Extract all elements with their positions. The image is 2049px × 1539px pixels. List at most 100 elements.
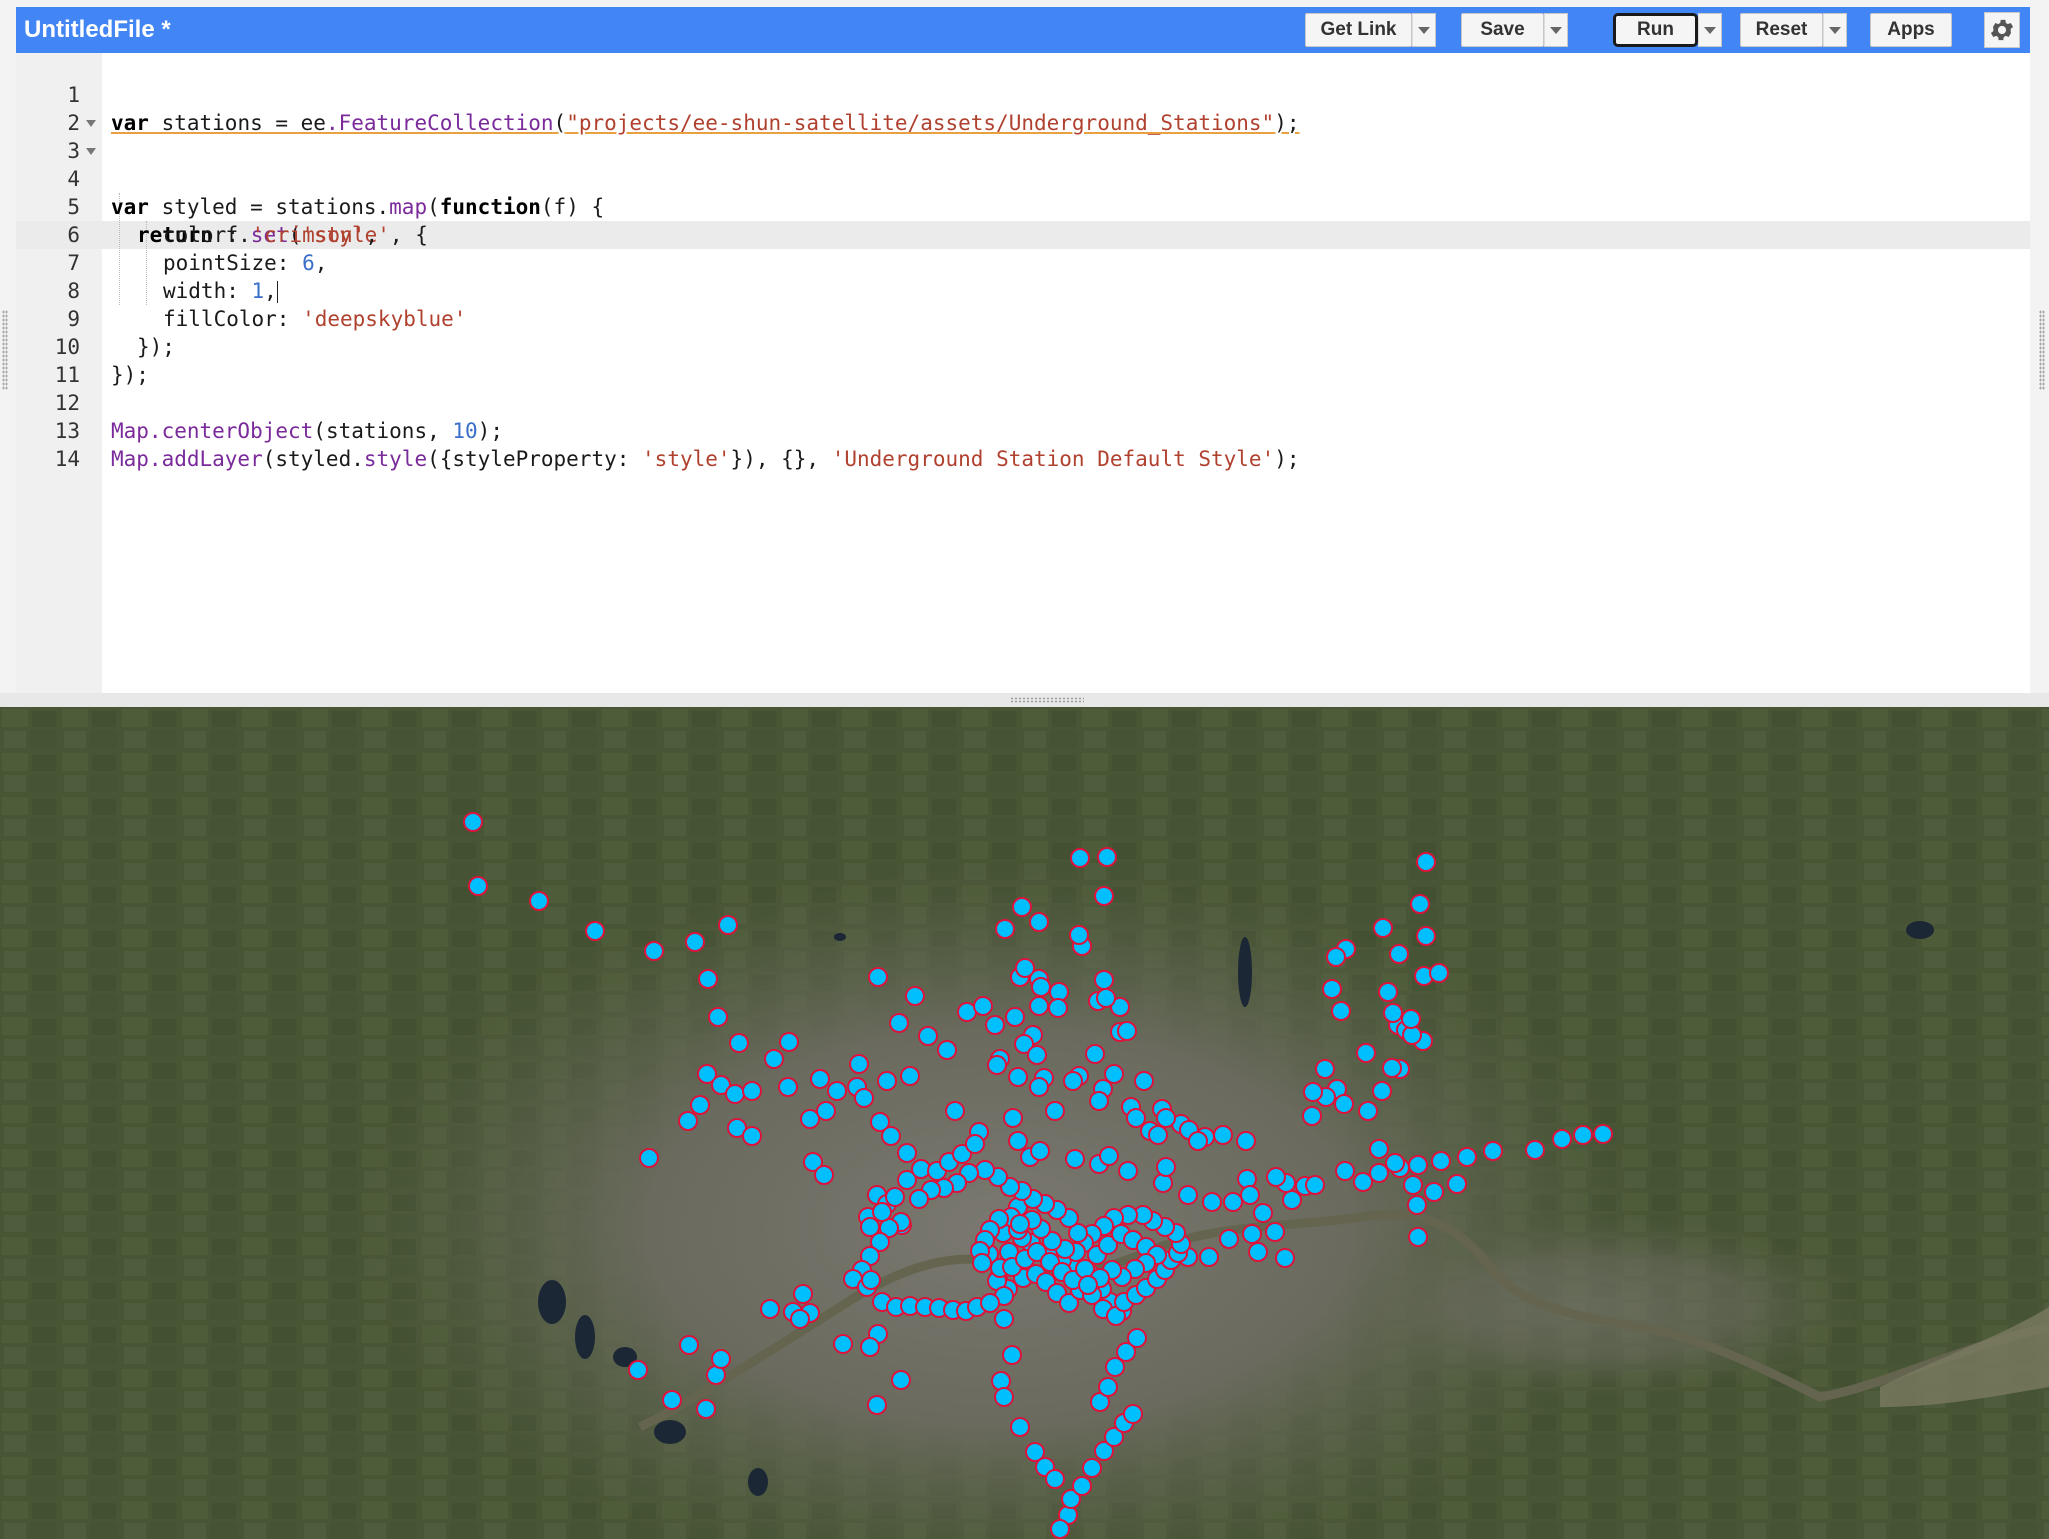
station-point [972, 1253, 992, 1273]
station-point [1085, 1044, 1105, 1064]
station-point [1094, 970, 1114, 990]
station-point [1431, 1151, 1451, 1171]
get-link-button[interactable]: Get Link [1305, 13, 1412, 47]
station-point [1403, 1175, 1423, 1195]
station-point [1265, 1222, 1285, 1242]
station-point [1123, 1404, 1143, 1424]
station-point [1372, 1081, 1392, 1101]
station-point [1069, 925, 1089, 945]
station-point [463, 812, 483, 832]
station-point [1253, 1203, 1273, 1223]
station-point [1369, 1163, 1389, 1183]
station-point [1097, 847, 1117, 867]
station-point [1178, 1185, 1198, 1205]
settings-button[interactable] [1984, 12, 2020, 48]
station-point [1382, 1058, 1402, 1078]
station-point [889, 1013, 909, 1033]
station-point [1118, 1161, 1138, 1181]
station-point [1050, 1519, 1070, 1539]
run-button[interactable]: Run [1613, 13, 1698, 47]
station-point [1072, 1476, 1092, 1496]
left-resize-handle[interactable] [2, 310, 8, 390]
station-point [1070, 848, 1090, 868]
chevron-down-icon [1829, 26, 1841, 34]
station-point [1302, 1106, 1322, 1126]
map-view[interactable] [0, 707, 2049, 1539]
station-point [696, 1399, 716, 1419]
satellite-basemap [0, 707, 2049, 1539]
station-point [1326, 947, 1346, 967]
station-point [1008, 1131, 1028, 1151]
station-point [1429, 963, 1449, 983]
fold-toggle-icon[interactable] [86, 148, 96, 155]
file-title[interactable]: UntitledFile * [24, 16, 171, 44]
run-dropdown[interactable] [1698, 13, 1722, 47]
get-link-group: Get Link [1305, 13, 1436, 47]
get-link-dropdown[interactable] [1412, 13, 1436, 47]
save-button[interactable]: Save [1461, 13, 1544, 47]
station-point [1127, 1328, 1147, 1348]
station-point [1408, 1155, 1428, 1175]
editor-toolbar: UntitledFile * Get Link Save Run Reset A… [16, 7, 2030, 53]
station-point [1126, 1108, 1146, 1128]
station-point [868, 967, 888, 987]
station-point [1010, 1214, 1030, 1234]
station-point [1010, 1417, 1030, 1437]
station-point [881, 1126, 901, 1146]
save-dropdown[interactable] [1544, 13, 1568, 47]
code-line: 9 }); [16, 277, 2030, 359]
station-point [1029, 912, 1049, 932]
station-point [937, 1040, 957, 1060]
station-point [1416, 926, 1436, 946]
station-point [1373, 918, 1393, 938]
station-point [1236, 1131, 1256, 1151]
station-point [995, 919, 1015, 939]
station-point [1012, 897, 1032, 917]
code-line: 13 Map.addLayer(styled.style({stylePrope… [16, 389, 2030, 471]
reset-button[interactable]: Reset [1740, 13, 1823, 47]
station-point [685, 932, 705, 952]
code-line: 5 color: 'crimson', [16, 165, 2030, 247]
apps-group: Apps [1870, 13, 1952, 47]
panel-splitter[interactable] [0, 693, 2049, 707]
run-group: Run [1613, 13, 1722, 47]
station-point [1078, 1275, 1098, 1295]
station-point [1315, 1059, 1335, 1079]
code-editor-panel: UntitledFile * Get Link Save Run Reset A… [0, 0, 2049, 693]
code-text: Map.addLayer(styled.style({styleProperty… [111, 447, 1300, 471]
code-line: 12 Map.centerObject(stations, 10); [16, 361, 2030, 443]
station-point [1424, 1182, 1444, 1202]
station-point [1045, 1469, 1065, 1489]
station-point [1369, 1139, 1389, 1159]
station-point [1082, 1458, 1102, 1478]
station-point [1573, 1125, 1593, 1145]
station-point [985, 1015, 1005, 1035]
station-point [1005, 1007, 1025, 1027]
reset-dropdown[interactable] [1823, 13, 1847, 47]
station-point [1416, 852, 1436, 872]
station-point [1334, 1094, 1354, 1114]
station-point [1385, 1153, 1405, 1173]
code-editor[interactable]: 1 var stations = ee.FeatureCollection("p… [16, 53, 2030, 693]
fold-toggle-icon[interactable] [86, 120, 96, 127]
station-point [872, 1202, 892, 1222]
station-point [1335, 1161, 1355, 1181]
station-point [760, 1299, 780, 1319]
station-point [1030, 1141, 1050, 1161]
station-point [1407, 1195, 1427, 1215]
station-point [994, 1309, 1014, 1329]
reset-group: Reset [1740, 13, 1847, 47]
station-point [1331, 1001, 1351, 1021]
station-point [1303, 1082, 1323, 1102]
right-resize-handle[interactable] [2039, 310, 2045, 390]
station-point [1242, 1224, 1262, 1244]
station-point [1099, 1146, 1119, 1166]
station-point [1134, 1071, 1154, 1091]
station-point [1322, 979, 1342, 999]
station-point [861, 1270, 881, 1290]
station-point [1237, 1169, 1257, 1189]
station-point [854, 1088, 874, 1108]
apps-button[interactable]: Apps [1870, 13, 1952, 47]
station-point [1401, 1009, 1421, 1029]
station-point [891, 1370, 911, 1390]
